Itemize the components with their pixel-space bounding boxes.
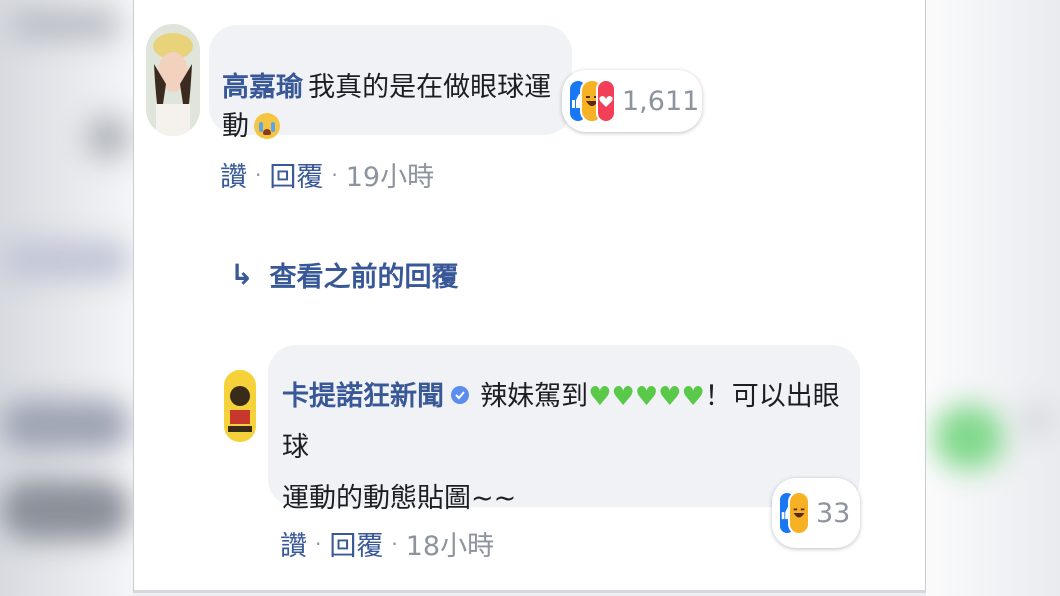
separator-dot: ·: [315, 531, 322, 556]
haha-icon: [788, 491, 810, 535]
green-heart-icon: ♥: [588, 382, 612, 412]
reply-link[interactable]: 回覆: [269, 155, 323, 194]
comment-timestamp[interactable]: 19小時: [346, 155, 434, 194]
green-heart-icon: ♥: [611, 382, 635, 412]
reply-arrow-icon: ↳: [230, 258, 254, 291]
reply-text-line2: 運動的動態貼圖~~: [282, 483, 517, 514]
reply-actions: 讚 · 回覆 · 18小時: [280, 524, 494, 563]
reply-text: 辣妹駕到: [480, 381, 589, 412]
green-heart-icon: ♥: [634, 382, 659, 412]
reaction-summary[interactable]: 1,611: [562, 70, 702, 132]
love-icon: [596, 79, 616, 123]
blurred-background-right: [926, 0, 1060, 596]
green-hearts: ♥♥♥♥♥: [588, 382, 705, 412]
avatar[interactable]: [146, 24, 200, 136]
green-heart-icon: ♥: [658, 382, 682, 412]
crying-emoji-icon: [254, 113, 281, 139]
separator-dot: ·: [391, 531, 398, 556]
page-logo-icon: [224, 370, 256, 442]
verified-badge-icon: [451, 386, 470, 404]
like-link[interactable]: 讚: [220, 155, 247, 194]
blurred-background-left: [0, 0, 133, 596]
reply-avatar[interactable]: [224, 370, 256, 442]
reply-timestamp[interactable]: 18小時: [406, 524, 494, 563]
comments-card: 高嘉瑜 我真的是在做眼球運動 1,611 讚 · 回覆 · 19小時 ↳ 查看之…: [133, 0, 926, 593]
separator-dot: ·: [331, 162, 338, 187]
reply-reaction-count: 33: [816, 497, 851, 529]
comment-actions: 讚 · 回覆 · 19小時: [220, 155, 434, 194]
view-previous-label: 查看之前的回覆: [269, 262, 459, 293]
reaction-count: 1,611: [622, 85, 700, 117]
reply-author[interactable]: 卡提諾狂新聞: [282, 381, 444, 412]
comment-bubble: 高嘉瑜 我真的是在做眼球運動: [209, 25, 572, 142]
reply-reply-link[interactable]: 回覆: [329, 524, 383, 563]
comment-author[interactable]: 高嘉瑜: [222, 72, 303, 103]
avatar-photo-icon: [146, 24, 200, 136]
reply-bubble: 卡提諾狂新聞 辣妹駕到♥♥♥♥♥！可以出眼球 運動的動態貼圖~~: [268, 345, 860, 514]
green-heart-icon: ♥: [681, 382, 705, 412]
reply-like-link[interactable]: 讚: [280, 524, 307, 563]
separator-dot: ·: [255, 162, 262, 187]
reply-reaction-summary[interactable]: 33: [772, 478, 860, 548]
view-previous-replies[interactable]: ↳ 查看之前的回覆: [230, 255, 458, 294]
